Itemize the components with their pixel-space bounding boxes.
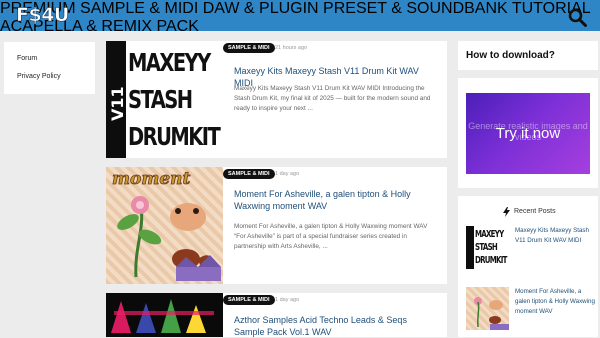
- nav-item-preset-soundbank[interactable]: PRESET & SOUNDBANK: [323, 0, 508, 17]
- post-time: 1 day ago: [275, 297, 300, 303]
- thumbnail-illustration: [117, 196, 221, 281]
- recent-post-title[interactable]: Maxeyy Kits Maxeyy Stash V11 Drum Kit WA…: [515, 226, 595, 246]
- thumbnail-text-line: STASH: [128, 85, 193, 114]
- post-thumbnail[interactable]: V11 MAXEYY STASH DRUMKIT: [106, 41, 223, 158]
- thumbnail-text-line: DRUMKIT: [128, 122, 221, 151]
- site-logo[interactable]: F$4U: [16, 4, 70, 27]
- recent-thumb-text: DRUMKIT: [475, 255, 507, 266]
- category-badge[interactable]: SAMPLE & MIDI: [223, 43, 275, 53]
- nav-item-sample-midi[interactable]: SAMPLE & MIDI: [80, 0, 198, 17]
- post-thumbnail[interactable]: moment: [106, 167, 223, 284]
- ad-cta-text: Try it now: [495, 125, 561, 142]
- post-title[interactable]: Moment For Asheville, a galen tipton & H…: [234, 188, 439, 212]
- nav-item-daw-plugin[interactable]: DAW & PLUGIN: [203, 0, 319, 17]
- left-sidebar-menu: Forum Privacy Policy: [4, 42, 95, 94]
- recent-post-title[interactable]: Moment For Asheville, a galen tipton & H…: [515, 287, 595, 317]
- thumbnail-side-text: V11: [108, 86, 127, 121]
- post-excerpt: Maxeyy Kits Maxeyy Stash V11 Drum Kit WA…: [234, 85, 431, 112]
- recent-thumb-text: MAXEYY: [475, 229, 504, 240]
- top-navigation-bar: F$4U PREMIUM SAMPLE & MIDI DAW & PLUGIN …: [0, 0, 600, 35]
- post-title[interactable]: Azthor Samples Acid Techno Leads & Seqs …: [234, 314, 439, 338]
- recent-thumb-illustration: [474, 297, 509, 330]
- post-time: 1 day ago: [275, 171, 300, 177]
- recent-post-thumbnail[interactable]: MAXEYY STASH DRUMKIT: [466, 226, 509, 269]
- category-badge[interactable]: SAMPLE & MIDI: [223, 169, 275, 179]
- recent-thumb-text: STASH: [475, 242, 498, 253]
- ad-banner[interactable]: Generate realistic images and videos Try…: [466, 93, 590, 174]
- lightning-icon: [503, 207, 510, 217]
- thumbnail-text-line: MAXEYY: [128, 48, 211, 77]
- recent-posts-widget: Recent Posts MAXEYY STASH DRUMKIT Maxeyy…: [458, 196, 598, 337]
- ad-box: Generate realistic images and videos Try…: [458, 78, 598, 188]
- post-card: SAMPLE & MIDI 1 day ago Azthor Samples A…: [106, 293, 447, 337]
- post-time: 21 hours ago: [275, 45, 308, 51]
- how-to-download-box: How to download?: [458, 41, 598, 70]
- post-card: moment SAMPLE & MIDI 1 day ago Moment Fo…: [106, 167, 447, 284]
- post-excerpt: Moment For Asheville, a galen tipton & H…: [234, 223, 428, 250]
- how-to-download-heading[interactable]: How to download?: [466, 50, 555, 61]
- search-icon[interactable]: [568, 8, 587, 27]
- site-logo-text: F$4U: [16, 4, 70, 27]
- sidebar-link-forum[interactable]: Forum: [17, 55, 37, 62]
- thumbnail-illustration: [111, 299, 214, 333]
- sidebar-link-privacy-policy[interactable]: Privacy Policy: [17, 73, 61, 80]
- post-card: V11 MAXEYY STASH DRUMKIT SAMPLE & MIDI 2…: [106, 41, 447, 158]
- recent-post-thumbnail[interactable]: [466, 287, 509, 330]
- recent-posts-heading: Recent Posts: [514, 208, 556, 215]
- category-badge[interactable]: SAMPLE & MIDI: [223, 295, 275, 305]
- post-thumbnail[interactable]: [106, 293, 223, 337]
